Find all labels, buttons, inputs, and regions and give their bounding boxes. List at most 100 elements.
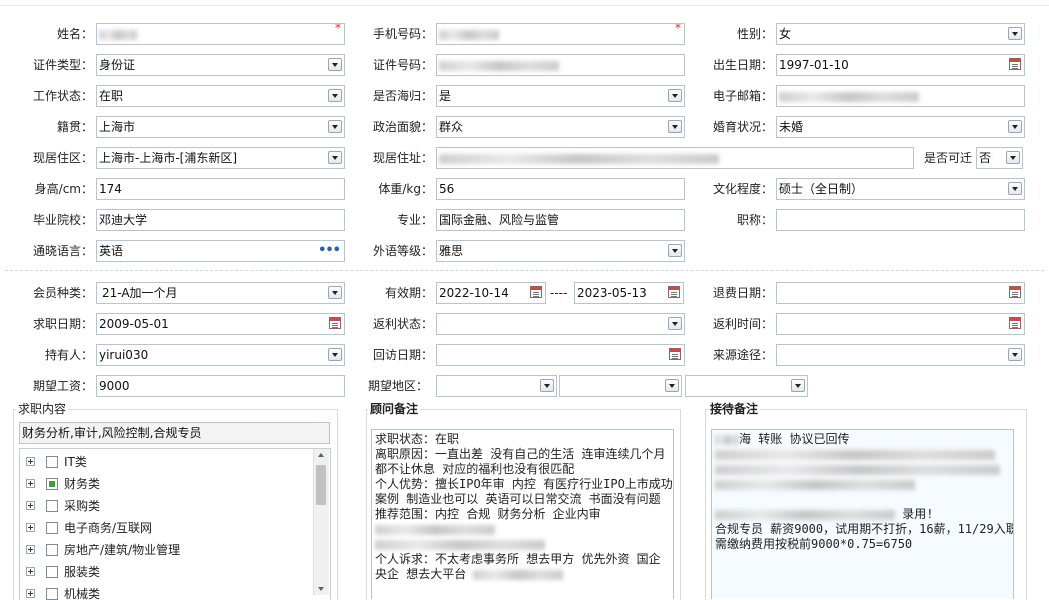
checkbox-checked[interactable] bbox=[46, 478, 58, 490]
expected-salary-label: 期望工资： bbox=[32, 379, 93, 393]
consultant-notes-textarea[interactable]: 求职状态：在职 离职原因：一直出差 没有自己的生活 连审连续几个月 都不让休息 … bbox=[371, 429, 674, 599]
visit-date-input[interactable] bbox=[436, 344, 685, 366]
school-input[interactable]: 邓迪大学 bbox=[96, 209, 345, 231]
chevron-down-icon[interactable] bbox=[1006, 151, 1020, 164]
native-place-select[interactable]: 上海市 bbox=[96, 116, 345, 138]
mobile-input[interactable]: * bbox=[436, 23, 685, 45]
birth-date-input[interactable]: 1997-01-10 bbox=[776, 54, 1025, 76]
reception-line: 录用! bbox=[715, 507, 1010, 522]
job-seek-date-input[interactable]: 2009-05-01 bbox=[96, 313, 345, 335]
expand-icon[interactable] bbox=[26, 457, 35, 466]
chevron-down-icon[interactable] bbox=[791, 379, 805, 392]
expand-icon[interactable] bbox=[26, 567, 35, 576]
gender-select[interactable]: 女 bbox=[776, 23, 1025, 45]
checkbox[interactable] bbox=[46, 566, 58, 578]
refund-date-input[interactable] bbox=[776, 282, 1025, 304]
tree-item-machinery[interactable]: 机械类 bbox=[20, 583, 310, 600]
political-status-select[interactable]: 群众 bbox=[436, 116, 685, 138]
expand-icon[interactable] bbox=[26, 589, 35, 598]
school-label: 毕业院校： bbox=[32, 213, 93, 227]
chevron-down-icon[interactable] bbox=[1008, 120, 1022, 133]
calendar-icon[interactable] bbox=[1009, 58, 1021, 70]
calendar-icon[interactable] bbox=[530, 286, 542, 298]
title-input[interactable] bbox=[776, 209, 1025, 231]
calendar-icon[interactable] bbox=[668, 286, 680, 298]
expected-region-district-select[interactable] bbox=[685, 375, 808, 397]
source-select[interactable] bbox=[776, 344, 1025, 366]
reception-line-redacted bbox=[715, 477, 1010, 492]
valid-from-input[interactable]: 2022-10-14 bbox=[436, 282, 546, 304]
tree-item-label: 财务类 bbox=[64, 477, 101, 491]
tree-item-ecommerce[interactable]: 电子商务/互联网 bbox=[20, 517, 310, 539]
more-icon[interactable]: ••• bbox=[318, 242, 341, 260]
tree-item-real-estate[interactable]: 房地产/建筑/物业管理 bbox=[20, 539, 310, 561]
expand-icon[interactable] bbox=[26, 479, 35, 488]
expand-icon[interactable] bbox=[26, 545, 35, 554]
tree-scrollbar[interactable] bbox=[313, 449, 329, 595]
checkbox[interactable] bbox=[46, 522, 58, 534]
chevron-down-icon[interactable] bbox=[665, 379, 679, 392]
job-content-selected-input[interactable]: 财务分析,审计,风险控制,合规专员 bbox=[19, 422, 330, 444]
valid-to-value: 2023-05-13 bbox=[577, 286, 647, 300]
expand-icon[interactable] bbox=[26, 501, 35, 510]
tree-item-finance[interactable]: 财务类 bbox=[20, 473, 310, 495]
work-status-select[interactable]: 在职 bbox=[96, 85, 345, 107]
education-label: 文化程度： bbox=[712, 182, 773, 196]
id-no-input[interactable] bbox=[436, 54, 685, 76]
height-input[interactable]: 174 bbox=[96, 178, 345, 200]
name-input[interactable]: * bbox=[96, 23, 345, 45]
checkbox[interactable] bbox=[46, 544, 58, 556]
title-label: 职称： bbox=[736, 213, 773, 227]
tree-item-it[interactable]: IT类 bbox=[20, 451, 310, 473]
tree-item-apparel[interactable]: 服装类 bbox=[20, 561, 310, 583]
id-type-select[interactable]: 身份证 bbox=[96, 54, 345, 76]
checkbox[interactable] bbox=[46, 588, 58, 600]
expected-region-city-select[interactable] bbox=[559, 375, 682, 397]
overseas-return-select[interactable]: 是 bbox=[436, 85, 685, 107]
education-select[interactable]: 硕士（全日制） bbox=[776, 178, 1025, 200]
residence-area-select[interactable]: 上海市-上海市-[浦东新区] bbox=[96, 147, 345, 169]
calendar-icon[interactable] bbox=[1009, 286, 1021, 298]
expected-region-province-select[interactable] bbox=[436, 375, 557, 397]
note-line: 都不让休息 对应的福利也没有很匹配 bbox=[375, 462, 575, 476]
reception-notes-textarea[interactable]: 海 转账 协议已回传 录用! 合规专员 薪资9000，试用期不打折，16薪，11… bbox=[711, 429, 1014, 599]
note-line: 央企 想去大平台 bbox=[375, 567, 670, 582]
tree-item-purchasing[interactable]: 采购类 bbox=[20, 495, 310, 517]
holder-value: yirui030 bbox=[99, 348, 149, 362]
chevron-down-icon[interactable] bbox=[668, 244, 682, 257]
language-input[interactable]: 英语 ••• bbox=[96, 240, 345, 262]
checkbox[interactable] bbox=[46, 500, 58, 512]
chevron-down-icon[interactable] bbox=[1008, 182, 1022, 195]
calendar-icon[interactable] bbox=[1009, 317, 1021, 329]
id-no-redacted bbox=[439, 60, 559, 71]
marital-status-value: 未婚 bbox=[779, 120, 804, 134]
holder-select[interactable]: yirui030 bbox=[96, 344, 345, 366]
scroll-up-icon[interactable] bbox=[318, 453, 324, 457]
scroll-thumb[interactable] bbox=[316, 465, 326, 505]
marital-status-select[interactable]: 未婚 bbox=[776, 116, 1025, 138]
email-input[interactable] bbox=[776, 85, 1025, 107]
tree-item-label: 服装类 bbox=[64, 565, 101, 579]
email-redacted bbox=[779, 91, 919, 102]
chevron-down-icon[interactable] bbox=[1008, 348, 1022, 361]
major-input[interactable]: 国际金融、风险与监管 bbox=[436, 209, 685, 231]
relocate-select[interactable]: 否 bbox=[976, 147, 1023, 169]
valid-to-input[interactable]: 2023-05-13 bbox=[574, 282, 684, 304]
chevron-down-icon[interactable] bbox=[1008, 27, 1022, 40]
rebate-time-input[interactable] bbox=[776, 313, 1025, 335]
note-line-redacted bbox=[375, 522, 670, 537]
language-level-select[interactable]: 雅思 bbox=[436, 240, 685, 262]
member-type-select[interactable]: 21-A加一个月 bbox=[96, 282, 345, 304]
checkbox[interactable] bbox=[46, 456, 58, 468]
note-line: 推荐范围：内控 合规 财务分析 企业内审 bbox=[375, 507, 601, 521]
language-level-label: 外语等级： bbox=[372, 244, 433, 258]
weight-input[interactable]: 56 bbox=[436, 178, 685, 200]
expand-icon[interactable] bbox=[26, 523, 35, 532]
weight-label: 体重/kg： bbox=[378, 182, 433, 196]
chevron-down-icon[interactable] bbox=[540, 379, 554, 392]
note-line: 离职原因：一直出差 没有自己的生活 连审连续几个月 bbox=[375, 447, 666, 461]
scroll-down-icon[interactable] bbox=[318, 587, 324, 591]
rebate-status-select[interactable] bbox=[436, 313, 685, 335]
residence-address-input[interactable] bbox=[436, 147, 914, 169]
expected-salary-input[interactable]: 9000 bbox=[96, 375, 345, 397]
